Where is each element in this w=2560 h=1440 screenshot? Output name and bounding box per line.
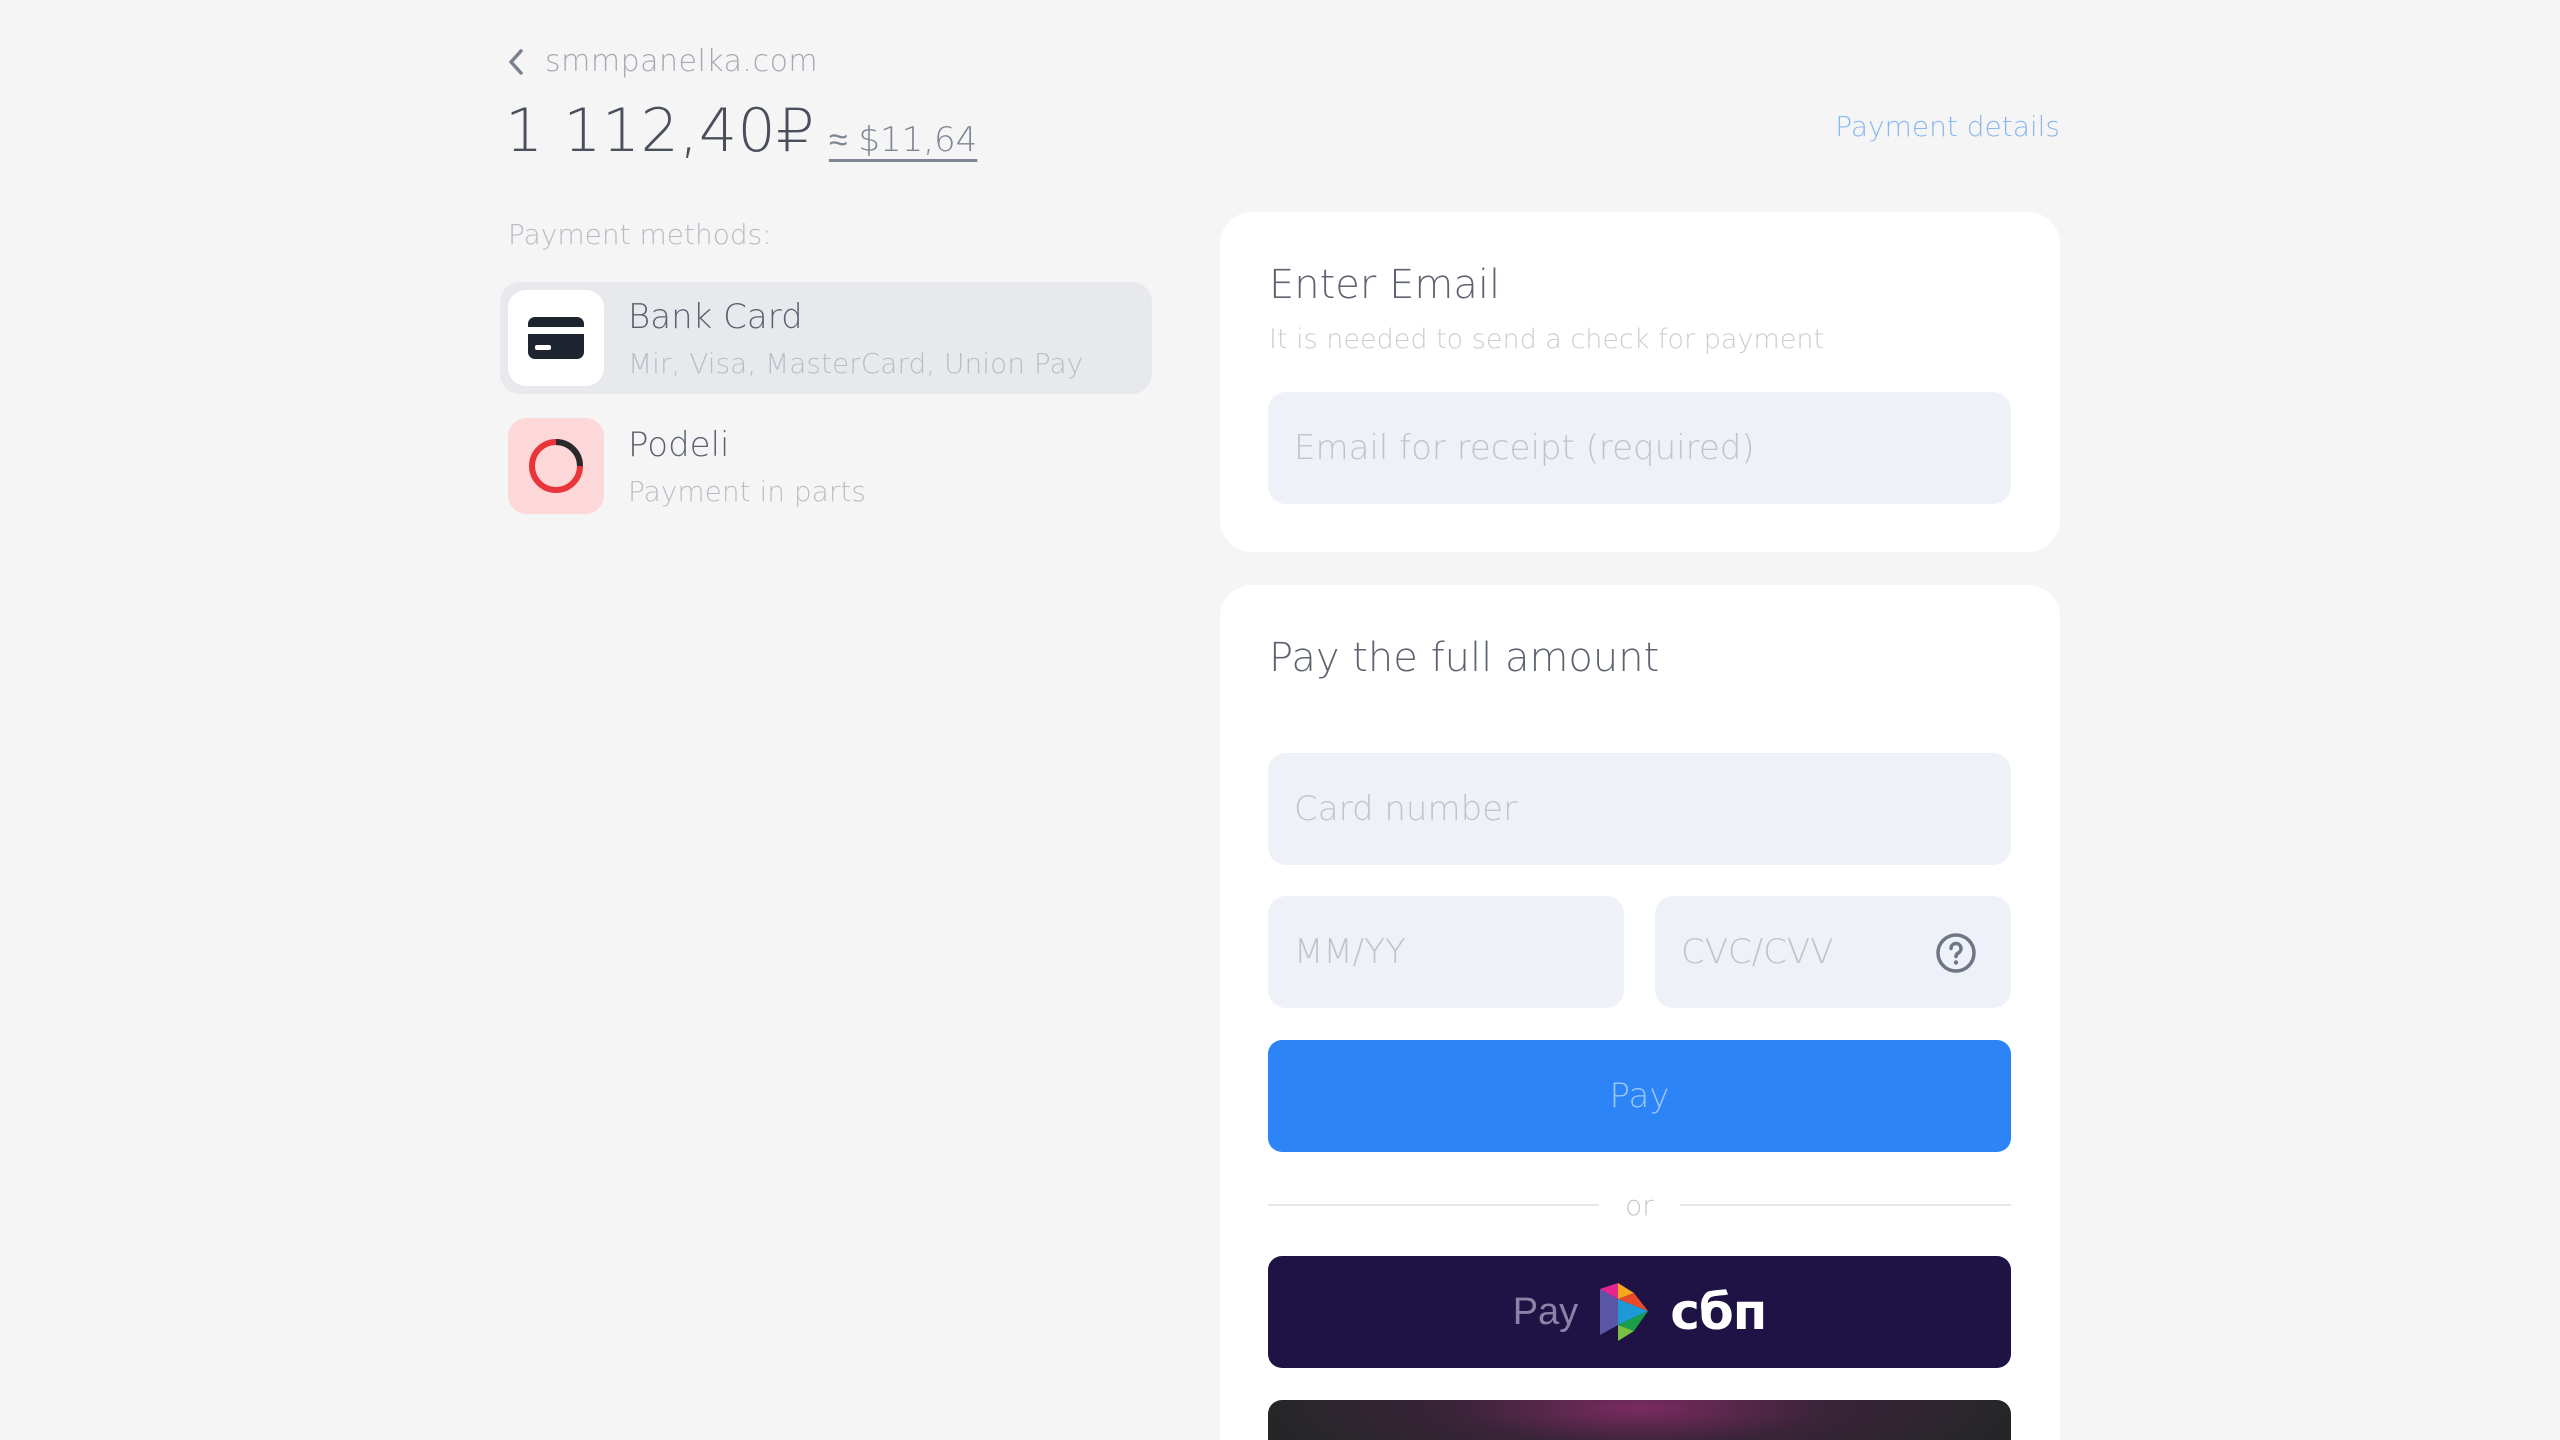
card-number-field[interactable] — [1292, 788, 2011, 830]
expiry-wrapper — [1268, 896, 1624, 1008]
merchant-site: smmpanelka.com — [545, 44, 819, 79]
sbp-logo-icon — [1600, 1283, 1649, 1341]
email-card-title: Enter Email — [1269, 262, 1501, 308]
email-card: Enter Email It is needed to send a check… — [1220, 212, 2060, 552]
sbp-brand-text: сбп — [1670, 1283, 1767, 1341]
podeli-ring-icon — [508, 418, 604, 514]
or-label: or — [1625, 1188, 1654, 1222]
alt-pay-button[interactable] — [1268, 1400, 2011, 1440]
divider-line — [1268, 1204, 1600, 1206]
divider-line — [1679, 1204, 2011, 1206]
sbp-pay-label: Pay — [1512, 1290, 1579, 1333]
payment-details-link[interactable]: Payment details — [1835, 110, 2060, 143]
chevron-left-icon — [509, 48, 523, 75]
payment-page: smmpanelka.com 1 112,40₽ ≈ $11,64 Paymen… — [0, 0, 2560, 1440]
cvc-wrapper — [1655, 896, 2011, 1008]
usd-approx-amount[interactable]: ≈ $11,64 — [829, 120, 977, 160]
back-link[interactable]: smmpanelka.com — [505, 44, 818, 79]
credit-card-icon — [508, 290, 604, 386]
method-subtitle: Mir, Visa, MasterCard, Union Pay — [628, 346, 1084, 380]
expiry-field[interactable] — [1292, 931, 1624, 973]
email-field-wrapper — [1268, 392, 2011, 504]
amount-row: 1 112,40₽ ≈ $11,64 — [505, 96, 977, 166]
email-card-hint: It is needed to send a check for payment — [1269, 324, 1825, 355]
method-title: Podeli — [628, 424, 730, 465]
method-podeli[interactable]: Podeli Payment in parts — [500, 410, 1152, 522]
cvc-field[interactable] — [1679, 931, 1928, 973]
help-icon[interactable] — [1935, 932, 1977, 974]
sbp-pay-button[interactable]: Pay сбп — [1268, 1256, 2011, 1368]
card-number-wrapper — [1268, 753, 2011, 865]
method-subtitle: Payment in parts — [628, 474, 866, 508]
pay-card-title: Pay the full amount — [1269, 635, 1660, 681]
method-title: Bank Card — [628, 296, 803, 337]
or-divider: or — [1268, 1185, 2011, 1225]
payment-methods-label: Payment methods: — [508, 218, 772, 251]
email-field[interactable] — [1292, 427, 2011, 469]
pay-button[interactable]: Pay — [1268, 1040, 2011, 1152]
payment-amount: 1 112,40₽ — [505, 96, 815, 166]
method-bank-card[interactable]: Bank Card Mir, Visa, MasterCard, Union P… — [500, 282, 1152, 394]
pay-card: Pay the full amount Pay or Pay — [1220, 585, 2060, 1440]
